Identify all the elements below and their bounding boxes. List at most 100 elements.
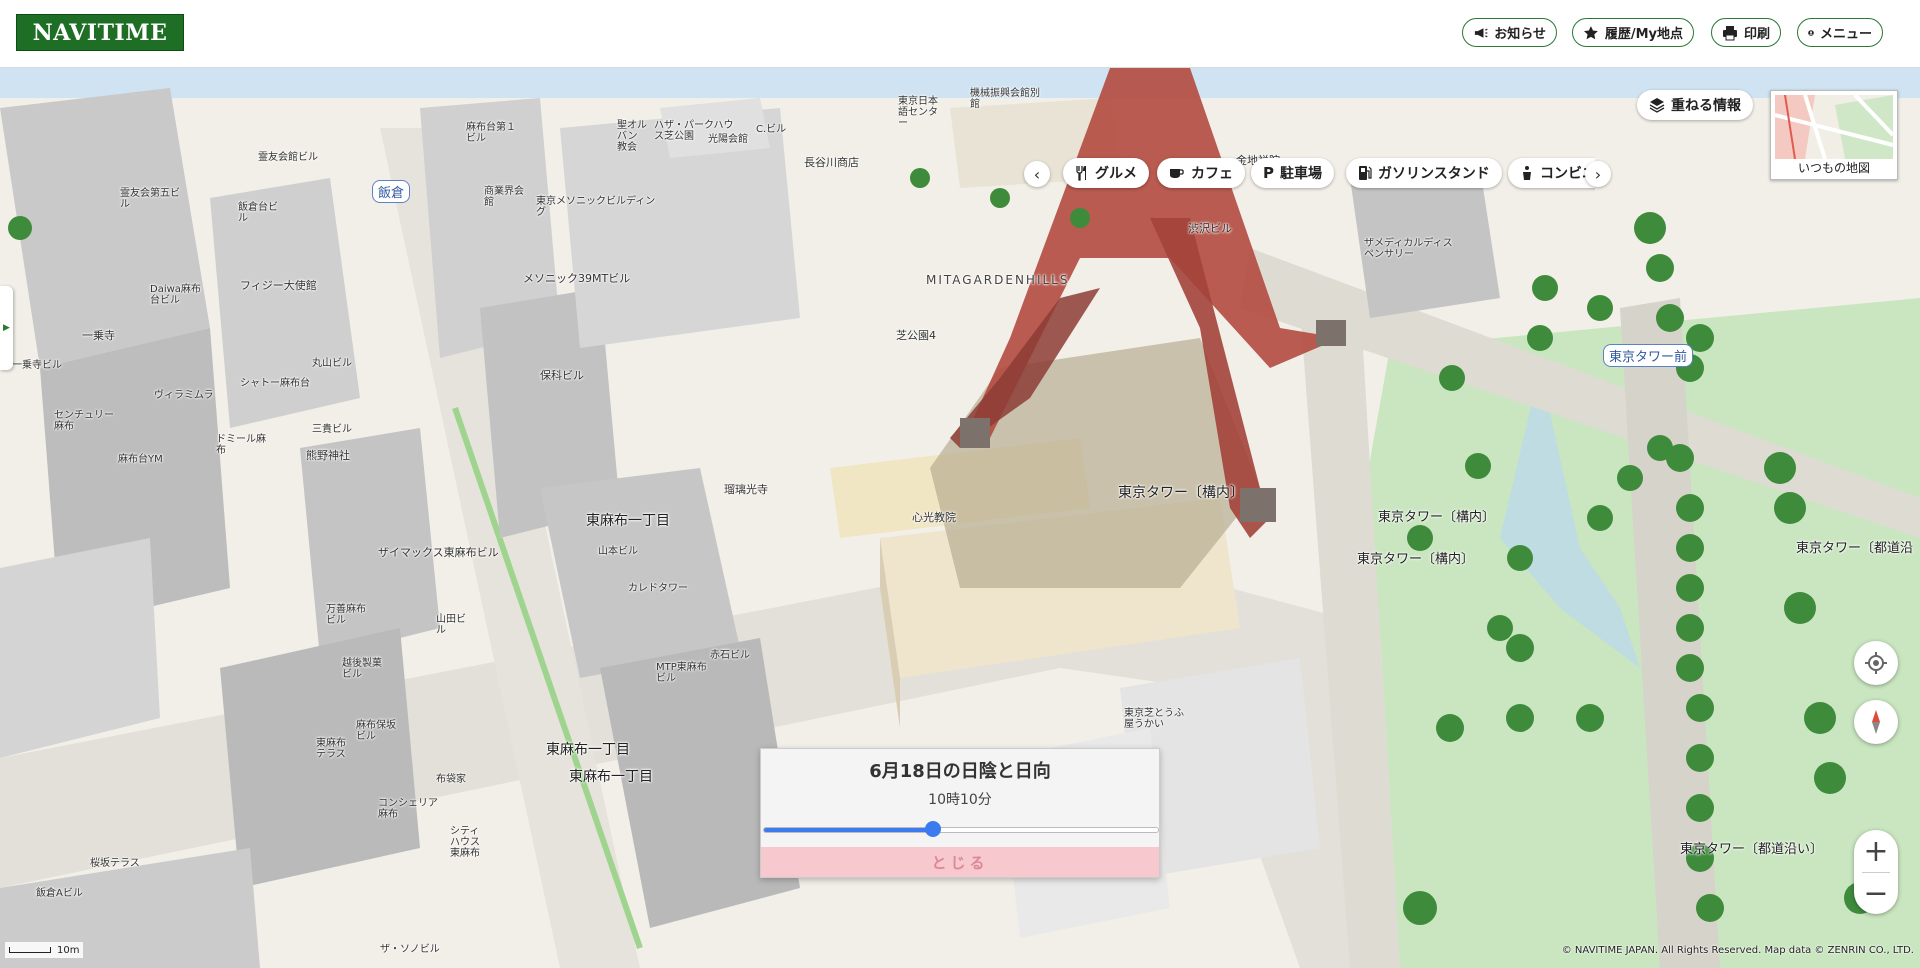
category-gas-station-label: ガソリンスタンド — [1378, 166, 1490, 182]
label-iikuradai: 飯倉台ビル — [238, 202, 278, 224]
label-akaishi: 赤石ビル — [710, 650, 750, 661]
label-tokyo-tower-konai-2: 東京タワー〔構内〕 — [1378, 510, 1496, 525]
label-sakurazaka: 桜坂テラス — [90, 858, 140, 869]
convenience-store-icon — [1523, 166, 1531, 180]
label-azabudai-ym: 麻布台YM — [118, 454, 163, 465]
minus-icon: − — [1863, 875, 1889, 911]
caret-right-icon: ▶ — [3, 323, 10, 333]
label-kouyo: 光陽会館 — [708, 134, 748, 145]
label-echigo: 越後製菓ビル — [342, 658, 382, 680]
printer-icon — [1722, 25, 1737, 40]
label-nunobukuro: 布袋家 — [436, 774, 466, 785]
label-ruri-koji: 瑠璃光寺 — [724, 483, 768, 496]
shadow-panel-time: 10時10分 — [928, 792, 992, 808]
label-marui: 丸山ビル — [312, 358, 352, 369]
chevron-left-icon: ‹ — [1033, 164, 1041, 184]
map-style-switcher[interactable]: いつもの地図 — [1770, 90, 1898, 180]
map-scale: 10m — [5, 942, 84, 958]
category-next-button[interactable]: › — [1585, 161, 1611, 187]
label-seiyukai-bldg: 霊友会館ビル — [258, 152, 318, 163]
overlay-info-button[interactable]: 重ねる情報 — [1637, 90, 1753, 120]
zoom-divider — [1862, 872, 1890, 873]
fork-knife-icon — [1076, 166, 1086, 181]
label-seiolive: 聖オルバン教会 — [617, 120, 647, 153]
navitime-logo[interactable]: NAVITIME — [16, 14, 184, 51]
label-kikai: 機械振興会館別館 — [970, 88, 1040, 110]
label-concieria: コンシェリア麻布 — [378, 798, 438, 820]
label-shoei: 商業界会館 — [484, 186, 524, 208]
zoom-out-button[interactable]: − — [1854, 872, 1898, 914]
compass-button[interactable] — [1854, 700, 1898, 744]
category-convenience[interactable]: コンビニ — [1508, 158, 1595, 188]
label-yamamoto: 山本ビル — [598, 546, 638, 557]
label-masonic: メソニック39MTビル — [523, 272, 631, 285]
gas-station-icon — [1359, 166, 1372, 180]
news-button[interactable]: お知らせ — [1462, 18, 1557, 47]
category-gourmet-label: グルメ — [1095, 166, 1137, 182]
category-prev-button[interactable]: ‹ — [1024, 161, 1050, 187]
label-city-house: シティハウス東麻布 — [450, 826, 480, 859]
label-xymax: ザイマックス東麻布ビル — [378, 546, 499, 559]
label-tokyo-tower-konai: 東京タワー〔構内〕 — [1118, 485, 1244, 501]
label-higashi-azabu-1: 東麻布一丁目 — [586, 513, 670, 529]
category-gourmet[interactable]: グルメ — [1063, 158, 1149, 188]
copyright-text: © NAVITIME JAPAN. All Rights Reserved. M… — [1561, 945, 1914, 956]
station-iikura[interactable]: 飯倉 — [372, 180, 411, 203]
time-slider-knob[interactable] — [925, 821, 942, 837]
category-overflow: コンビニ — [1500, 154, 1595, 192]
label-higashi-azabu-2: 東麻布一丁目 — [546, 742, 630, 758]
label-nihon-shiko: 東京日本語センター — [898, 96, 938, 129]
category-gas-station[interactable]: ガソリンスタンド — [1346, 158, 1502, 188]
label-azabu-hoka: 麻布保坂ビル — [356, 720, 396, 742]
label-masonic-building: 東京メソニックビルディング — [536, 196, 656, 218]
side-panel-toggle[interactable]: ▶ — [0, 286, 13, 370]
star-icon — [1583, 25, 1598, 39]
label-azabu-terrace: 東麻布テラス — [316, 738, 346, 760]
label-mtp: MTP東麻布ビル — [656, 662, 707, 684]
history-button[interactable]: 履歴/My地点 — [1572, 18, 1694, 47]
label-tokyo-shiba-tofu: 東京芝とうふ屋うかい — [1124, 708, 1184, 730]
category-cafe[interactable]: カフェ — [1157, 158, 1245, 188]
parking-icon: P — [1263, 164, 1274, 182]
label-kumano: 熊野神社 — [306, 449, 350, 462]
category-cafe-label: カフェ — [1191, 166, 1233, 182]
label-shiba-park: 芝公園4 — [896, 329, 936, 342]
map-style-label: いつもの地図 — [1797, 161, 1870, 175]
menu-button-label: メニュー — [1819, 27, 1872, 42]
close-panel-button[interactable]: とじる — [761, 847, 1159, 877]
time-slider-track[interactable] — [763, 827, 1159, 833]
label-caledo: カレドタワー — [628, 583, 688, 594]
scale-bar — [9, 947, 51, 953]
current-location-button[interactable] — [1854, 641, 1898, 685]
coffee-cup-icon — [1170, 169, 1184, 178]
overlay-info-label: 重ねる情報 — [1671, 98, 1741, 114]
app-header: NAVITIME お知らせ 履歴/My地点 印刷 メニュー — [0, 0, 1920, 68]
label-hasegawa: 長谷川商店 — [804, 156, 859, 169]
station-tokyotower-mae[interactable]: 東京タワー前 — [1603, 344, 1694, 367]
label-iikura-a: 飯倉Aビル — [36, 888, 83, 899]
label-shinko-church: 心光教院 — [912, 511, 956, 524]
label-tokyo-tower-konai-3: 東京タワー〔構内〕 — [1357, 552, 1475, 567]
shadow-simulation-panel: 6月18日の日陰と日向 10時10分 とじる — [760, 748, 1160, 878]
label-dormir: ドミール麻布 — [216, 434, 266, 456]
label-hoka: 保科ビル — [540, 369, 584, 382]
label-ichijo-ji-bldg: 一乗寺ビル — [12, 360, 62, 371]
user-icon — [1808, 29, 1814, 36]
label-fiji: フィジー大使館 — [240, 279, 317, 292]
category-parking-label: 駐車場 — [1280, 166, 1322, 182]
crosshair-icon — [1865, 652, 1887, 674]
print-button[interactable]: 印刷 — [1711, 18, 1781, 47]
label-higashi-azabu-3: 東麻布一丁目 — [569, 769, 653, 785]
label-sharto: シャトー麻布台 — [240, 378, 310, 389]
label-shibusawa: 渋沢ビル — [1188, 222, 1232, 235]
label-century: センチュリー麻布 — [54, 410, 114, 432]
label-sanki: 三貴ビル — [312, 424, 352, 435]
zoom-in-button[interactable]: + — [1854, 830, 1898, 872]
menu-button[interactable]: メニュー — [1797, 18, 1883, 47]
map-canvas[interactable]: 飯倉 東京タワー前 MITAGARDENHILLS 芝公園4 東京タワー〔構内〕… — [0, 68, 1920, 968]
label-yamada: 山田ビル — [436, 614, 466, 636]
category-parking[interactable]: P 駐車場 — [1251, 158, 1334, 188]
scale-label: 10m — [57, 944, 80, 956]
print-button-label: 印刷 — [1743, 27, 1770, 42]
zoom-control: + − — [1854, 830, 1898, 914]
